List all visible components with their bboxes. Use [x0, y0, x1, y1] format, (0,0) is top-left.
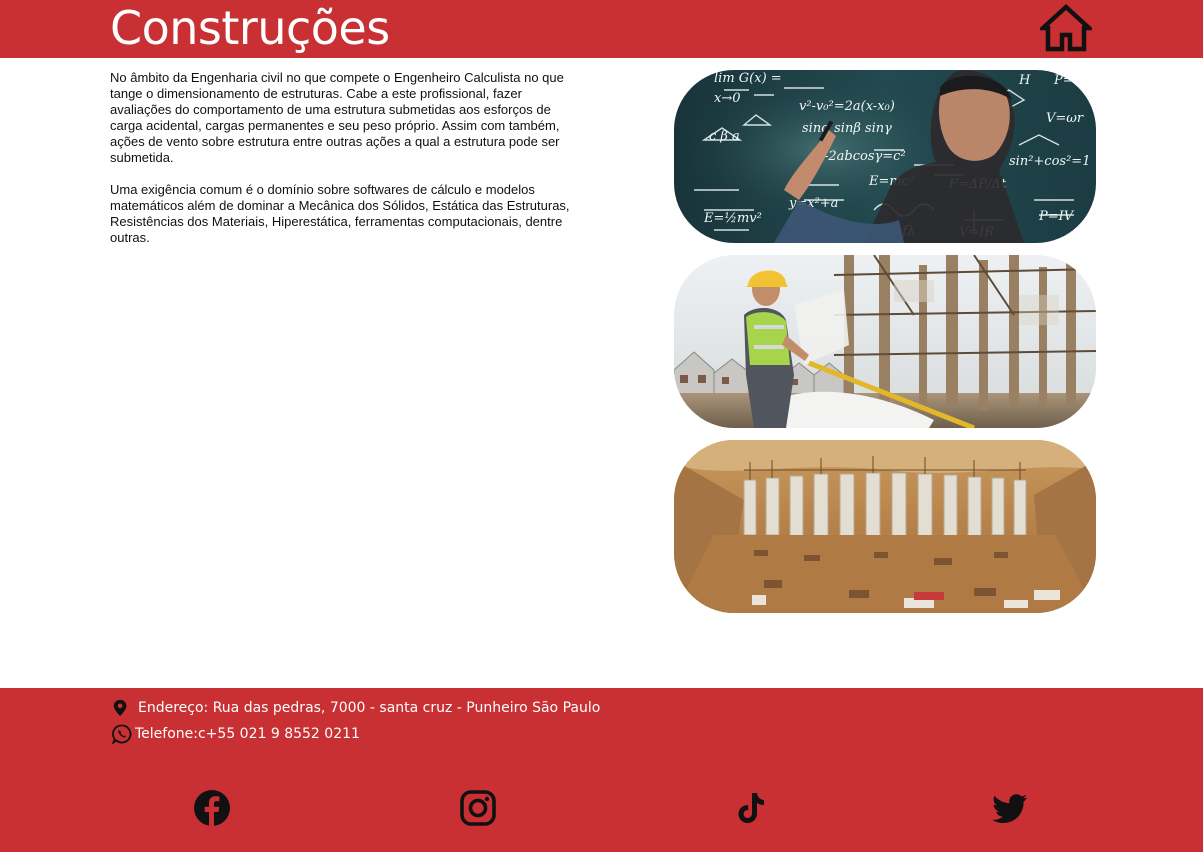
svg-text:H: H: [1018, 73, 1031, 88]
svg-text:sin²+cos²=1: sin²+cos²=1: [1009, 154, 1090, 169]
svg-text:E=½mv²: E=½mv²: [703, 211, 762, 226]
whatsapp-icon: [111, 724, 132, 746]
svg-text:v²-v₀²=2a(x-x₀): v²-v₀²=2a(x-x₀): [799, 99, 895, 114]
svg-text:lim G(x) =: lim G(x) =: [714, 71, 782, 86]
svg-text:-2abcosγ=c²: -2abcosγ=c²: [824, 149, 906, 164]
address-line: Endereço: Rua das pedras, 7000 - santa c…: [112, 698, 600, 718]
twitter-link[interactable]: [991, 789, 1029, 827]
svg-text:sinα sinβ sinγ: sinα sinβ sinγ: [802, 121, 892, 136]
phone-text: Telefone:c+55 021 9 8552 0211: [135, 726, 360, 742]
svg-text:V=ωr: V=ωr: [1046, 111, 1084, 126]
photo-foundation-pillars: [674, 440, 1096, 613]
photo-gallery: lim G(x) = ω H P=W x→0 v²-v₀²=2a(x-x₀) V…: [674, 70, 1096, 625]
site-footer: Endereço: Rua das pedras, 7000 - santa c…: [0, 688, 1203, 852]
home-icon: [1037, 3, 1095, 52]
home-button[interactable]: [1037, 3, 1095, 52]
svg-text:x→0: x→0: [714, 91, 741, 106]
svg-text:P=IV: P=IV: [1038, 209, 1075, 224]
photo-engineer-formulas: lim G(x) = ω H P=W x→0 v²-v₀²=2a(x-x₀) V…: [674, 70, 1096, 243]
location-pin-icon: [112, 698, 132, 718]
site-title: Construções: [110, 1, 390, 55]
tiktok-icon: [738, 793, 764, 823]
article-text: No âmbito da Engenharia civil no que com…: [110, 70, 585, 262]
photo-engineer-site: [674, 255, 1096, 428]
twitter-icon: [992, 794, 1027, 823]
paragraph-1: No âmbito da Engenharia civil no que com…: [110, 70, 564, 165]
tiktok-link[interactable]: [732, 789, 770, 827]
paragraph-2: Uma exigência comum é o domínio sobre so…: [110, 182, 570, 245]
address-text: Endereço: Rua das pedras, 7000 - santa c…: [138, 700, 601, 716]
phone-line: Telefone:c+55 021 9 8552 0211: [111, 724, 360, 746]
svg-text:c β a: c β a: [709, 129, 740, 144]
facebook-link[interactable]: [193, 789, 231, 827]
facebook-icon: [194, 790, 230, 826]
site-header: Construções: [0, 0, 1203, 58]
instagram-icon: [460, 790, 496, 826]
svg-text:P=W: P=W: [1053, 73, 1089, 88]
instagram-link[interactable]: [459, 789, 497, 827]
